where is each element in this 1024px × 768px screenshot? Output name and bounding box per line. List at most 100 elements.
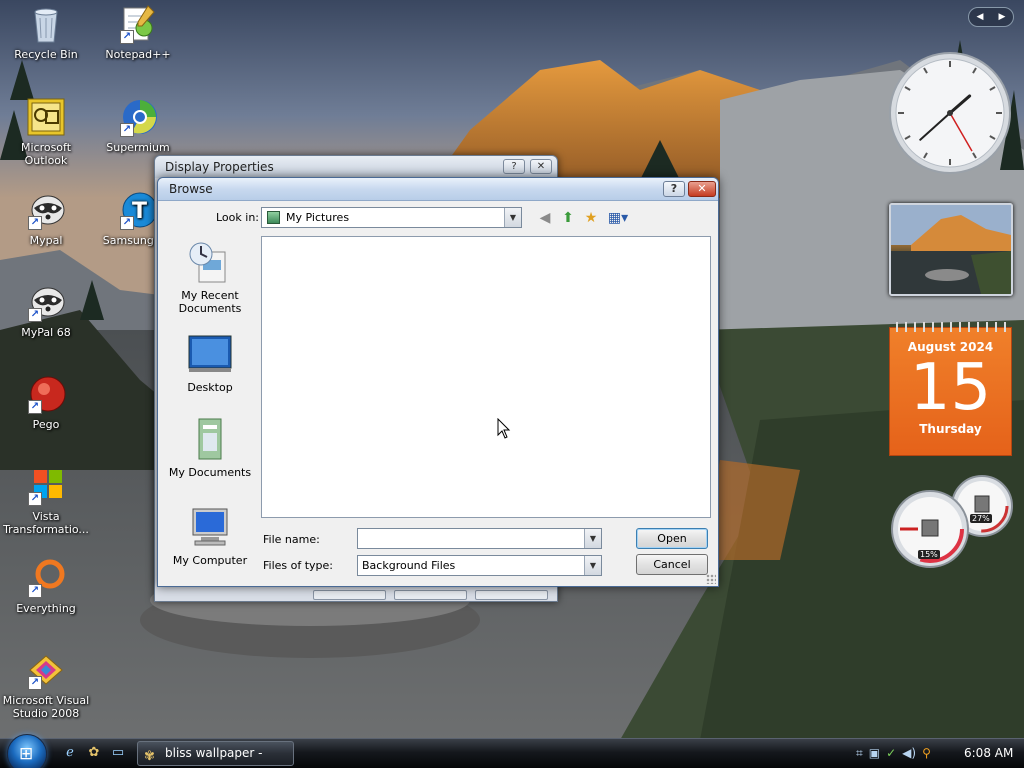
network-icon[interactable]: ▣ (869, 746, 880, 761)
shortcut-arrow-icon: ↗ (28, 216, 42, 230)
cpu-usage-label: 15% (918, 550, 940, 559)
chevron-down-icon[interactable]: ▼ (504, 208, 521, 227)
language-icon[interactable]: ⌗ (856, 746, 863, 761)
desktop-icon-label: Supermium (106, 141, 170, 154)
slideshow-photo (891, 205, 1011, 294)
pego-icon: ↗ (26, 374, 66, 414)
desktop-icon-label: Microsoft Visual Studio 2008 (2, 694, 90, 720)
shortcut-arrow-icon: ↗ (120, 123, 134, 137)
resize-grip[interactable] (706, 574, 716, 584)
slideshow-gadget[interactable] (889, 203, 1013, 296)
desktop-icon-vista-transformation[interactable]: ↗ Vista Transformatio... (0, 466, 92, 536)
desktop-icon-mypal-68[interactable]: ↗ MyPal 68 (0, 282, 92, 339)
back-icon[interactable]: ◀ (536, 209, 554, 227)
taskbar-button-label: bliss wallpaper - Go... (165, 746, 263, 760)
desktop-icon-visual-studio[interactable]: ↗ Microsoft Visual Studio 2008 (0, 650, 92, 720)
folder-pictures-icon (267, 211, 280, 224)
desktop-icon-pego[interactable]: ↗ Pego (0, 374, 92, 431)
chevron-down-icon[interactable]: ▼ (584, 556, 601, 575)
supermium-icon: ↗ (118, 97, 158, 137)
outlook-icon (26, 97, 66, 137)
file-list-view[interactable] (261, 236, 711, 518)
browse-title: Browse (169, 182, 213, 196)
chevron-down-icon[interactable]: ▼ (584, 529, 601, 548)
gimp-icon: ✾ (144, 749, 155, 764)
sidebar-gadget-navigation: ◀ ▶ (968, 7, 1014, 27)
shortcut-arrow-icon: ↗ (120, 216, 134, 230)
desktop-icon (187, 332, 233, 378)
desktop-icon-label: MyPal 68 (21, 326, 71, 339)
browse-titlebar[interactable]: Browse (158, 178, 718, 201)
new-folder-icon[interactable]: ★ (582, 209, 600, 227)
memory-usage-label: 27% (970, 514, 992, 523)
desktop-icon-mypal[interactable]: ↗ Mypal (0, 190, 92, 247)
file-name-input[interactable]: ▼ (357, 528, 602, 549)
files-of-type-dropdown[interactable]: Background Files ▼ (357, 555, 602, 576)
my-computer-icon (187, 505, 233, 551)
desktop-icon-recycle-bin[interactable]: Recycle Bin (0, 4, 92, 61)
samsung-icon: T ↗ (118, 190, 158, 230)
mypal-icon: ↗ (26, 190, 66, 230)
desktop-icon-label: Notepad++ (105, 48, 171, 61)
display-properties-ok-button[interactable] (313, 590, 386, 600)
switch-windows-icon[interactable]: ✿ (86, 745, 102, 761)
vista-icon: ↗ (26, 466, 66, 506)
files-of-type-label: Files of type: (263, 559, 334, 572)
cancel-button[interactable]: Cancel (636, 554, 708, 575)
shortcut-arrow-icon: ↗ (28, 400, 42, 414)
places-item-my-documents[interactable]: My Documents (166, 417, 254, 479)
places-label: My Documents (168, 466, 252, 479)
browse-dialog[interactable]: Browse ? ✕ Look in: My Pictures ▼ ◀ ⬆ ★ … (157, 177, 719, 587)
sidebar-next-button[interactable]: ▶ (999, 12, 1006, 22)
open-button[interactable]: Open (636, 528, 708, 549)
display-properties-titlebar[interactable]: Display Properties (155, 156, 557, 178)
places-label: Desktop (187, 381, 233, 394)
sidebar-prev-button[interactable]: ◀ (977, 12, 984, 22)
browse-close-button[interactable]: ✕ (688, 181, 716, 197)
internet-explorer-icon[interactable]: ℯ (62, 745, 78, 761)
places-item-recent-documents[interactable]: My Recent Documents (166, 240, 254, 315)
look-in-dropdown[interactable]: My Pictures ▼ (261, 207, 522, 228)
visual-studio-icon: ↗ (26, 650, 66, 690)
file-name-label: File name: (263, 533, 320, 546)
look-in-value: My Pictures (286, 211, 350, 224)
taskbar-button-bliss-wallpaper[interactable]: ✾ bliss wallpaper - Go... (137, 741, 294, 766)
shortcut-arrow-icon: ↗ (28, 584, 42, 598)
desktop-icon-outlook[interactable]: Microsoft Outlook (0, 97, 92, 167)
places-item-desktop[interactable]: Desktop (166, 332, 254, 394)
display-properties-help-button[interactable]: ? (503, 159, 525, 174)
up-folder-icon[interactable]: ⬆ (559, 209, 577, 227)
volume-icon[interactable]: ◀) (902, 746, 916, 761)
tray-app-icon[interactable]: ✓ (886, 746, 896, 761)
display-properties-cancel-button[interactable] (394, 590, 467, 600)
mouse-cursor-icon (497, 417, 511, 443)
mypal-icon: ↗ (26, 282, 66, 322)
cpu-meter-gadget[interactable]: 27% 15% (888, 474, 1016, 570)
display-properties-close-button[interactable]: ✕ (530, 159, 552, 174)
shortcut-arrow-icon: ↗ (120, 30, 134, 44)
clock-gadget[interactable] (888, 51, 1012, 175)
places-label: My Computer (172, 554, 248, 567)
svg-text:T: T (132, 199, 147, 224)
places-item-my-computer[interactable]: My Computer (166, 505, 254, 567)
notepad-icon: ↗ (118, 4, 158, 44)
view-menu-icon[interactable]: ▦▾ (605, 209, 631, 227)
browse-help-button[interactable]: ? (663, 181, 685, 197)
desktop-icon-notepad-plus-plus[interactable]: ↗ Notepad++ (92, 4, 184, 61)
search-icon[interactable]: ⚲ (922, 746, 931, 761)
display-properties-title: Display Properties (165, 160, 274, 174)
analog-clock-face (889, 52, 1011, 174)
places-bar: My Recent Documents Desktop My Documents… (166, 236, 254, 576)
taskbar-clock[interactable]: 6:08 AM (964, 746, 1013, 760)
calendar-day: 15 (909, 351, 992, 425)
calendar-gadget[interactable]: August 2024 15 Thursday (889, 322, 1012, 456)
desktop-icon-everything[interactable]: ↗ Everything (0, 558, 92, 615)
display-properties-apply-button[interactable] (475, 590, 548, 600)
calendar-rings (892, 322, 1011, 332)
show-desktop-icon[interactable]: ▭ (110, 745, 126, 761)
desktop-icon-label: Vista Transformatio... (3, 510, 89, 536)
start-button[interactable]: ⊞ (7, 734, 47, 768)
desktop-icon-supermium[interactable]: ↗ Supermium (92, 97, 184, 154)
look-in-label: Look in: (216, 211, 259, 224)
my-documents-icon (187, 417, 233, 463)
